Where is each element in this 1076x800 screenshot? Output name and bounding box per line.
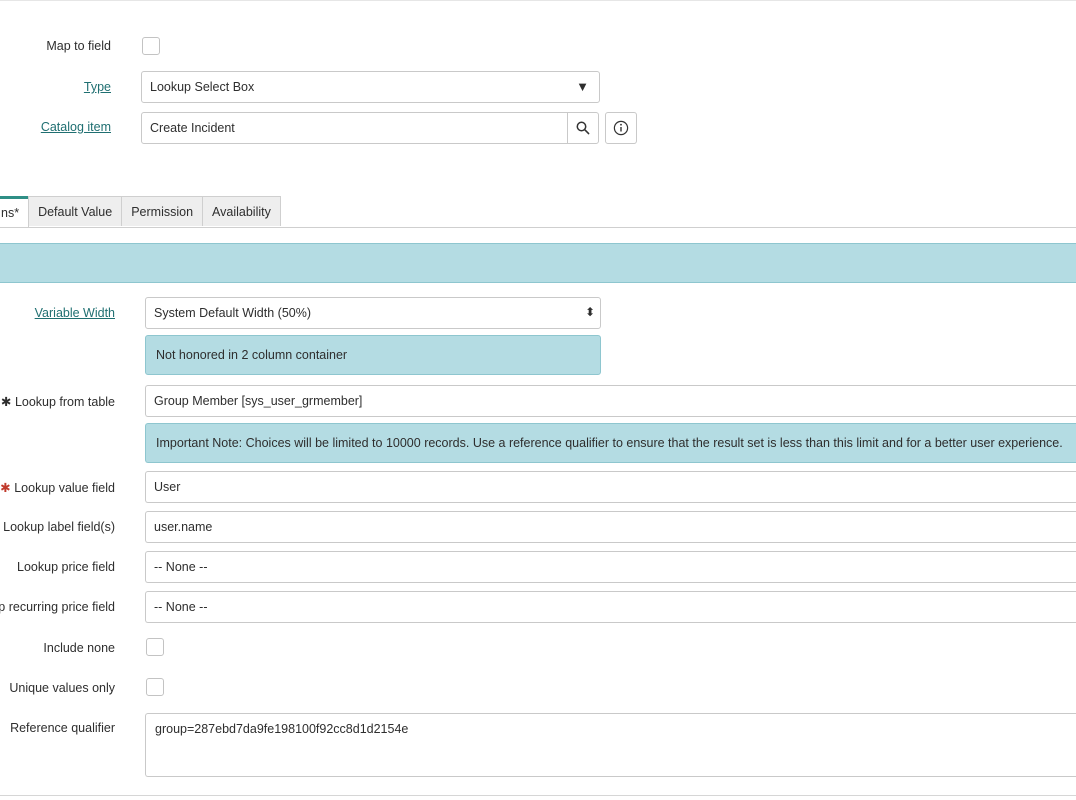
tab-availability[interactable]: Availability: [202, 196, 281, 226]
section-header-band: [0, 243, 1076, 283]
unique-values-label: Unique values only: [9, 681, 115, 695]
tab-label: Permission: [131, 204, 194, 219]
map-to-field-label: Map to field: [46, 39, 111, 53]
lookup-table-value: Group Member [sys_user_grmember]: [154, 394, 363, 408]
reference-qualifier-textarea[interactable]: group=287ebd7da9fe198100f92cc8d1d2154e: [145, 713, 1076, 777]
dropdown-arrow-icon: ▼: [576, 79, 589, 94]
catalog-item-info-button[interactable]: [605, 112, 637, 144]
lookup-label-fields-input[interactable]: user.name: [145, 511, 1076, 543]
reference-qualifier-label: Reference qualifier: [10, 721, 115, 735]
lookup-label-fields-label: Lookup label field(s): [3, 520, 115, 534]
lookup-value-value: User: [154, 480, 181, 494]
reference-qualifier-value: group=287ebd7da9fe198100f92cc8d1d2154e: [155, 722, 409, 736]
variable-width-value: System Default Width (50%): [154, 306, 311, 320]
catalog-item-value: Create Incident: [150, 121, 235, 135]
lookup-value-input[interactable]: User: [145, 471, 1076, 503]
variable-width-label-link[interactable]: Variable Width: [35, 306, 115, 320]
recurring-price-label: p recurring price field: [0, 600, 115, 614]
search-icon: [576, 121, 590, 135]
catalog-item-label-link[interactable]: Catalog item: [41, 120, 111, 134]
lookup-price-label: Lookup price field: [17, 560, 115, 574]
recurring-price-value: -- None --: [154, 600, 208, 614]
lookup-table-label-text: Lookup from table: [14, 395, 115, 409]
type-label-link[interactable]: Type: [84, 80, 111, 94]
lookup-value-label-text: Lookup value field: [14, 481, 115, 495]
unique-values-checkbox[interactable]: [146, 678, 164, 696]
bottom-divider: [0, 795, 1076, 796]
lookup-price-value: -- None --: [154, 560, 208, 574]
required-icon: ✱: [0, 395, 12, 409]
type-select-value: Lookup Select Box: [150, 80, 255, 94]
lookup-price-select[interactable]: -- None --: [145, 551, 1076, 583]
lookup-table-note: Important Note: Choices will be limited …: [145, 423, 1076, 463]
info-icon: [613, 120, 629, 136]
section-tabs: ns* Default Value Permission Availabilit…: [0, 196, 281, 227]
map-to-field-checkbox[interactable]: [142, 37, 160, 55]
tab-label: Default Value: [38, 204, 113, 219]
catalog-item-input[interactable]: Create Incident: [141, 112, 568, 144]
catalog-item-search-button[interactable]: [567, 112, 599, 144]
lookup-table-input[interactable]: Group Member [sys_user_grmember]: [145, 385, 1076, 417]
lookup-value-label: ✱ Lookup value field: [0, 480, 115, 495]
tab-label: ns*: [1, 206, 20, 220]
variable-width-select[interactable]: System Default Width (50%) ⬍: [145, 297, 601, 329]
top-divider: [0, 0, 1076, 1]
tab-default-value[interactable]: Default Value: [28, 196, 123, 226]
recurring-price-select[interactable]: -- None --: [145, 591, 1076, 623]
lookup-label-fields-value: user.name: [154, 520, 213, 534]
select-arrows-icon: ⬍: [584, 305, 595, 319]
include-none-checkbox[interactable]: [146, 638, 164, 656]
include-none-label: Include none: [43, 641, 115, 655]
tab-divider: [0, 227, 1076, 228]
tab-label: Availability: [212, 204, 271, 219]
tab-permission[interactable]: Permission: [121, 196, 204, 226]
variable-width-note: Not honored in 2 column container: [145, 335, 601, 375]
tab-type-specifications[interactable]: ns*: [0, 196, 30, 227]
required-icon: ✱: [0, 481, 11, 495]
type-select[interactable]: Lookup Select Box ▼: [141, 71, 600, 103]
lookup-table-label: ✱ Lookup from table: [1, 394, 115, 409]
